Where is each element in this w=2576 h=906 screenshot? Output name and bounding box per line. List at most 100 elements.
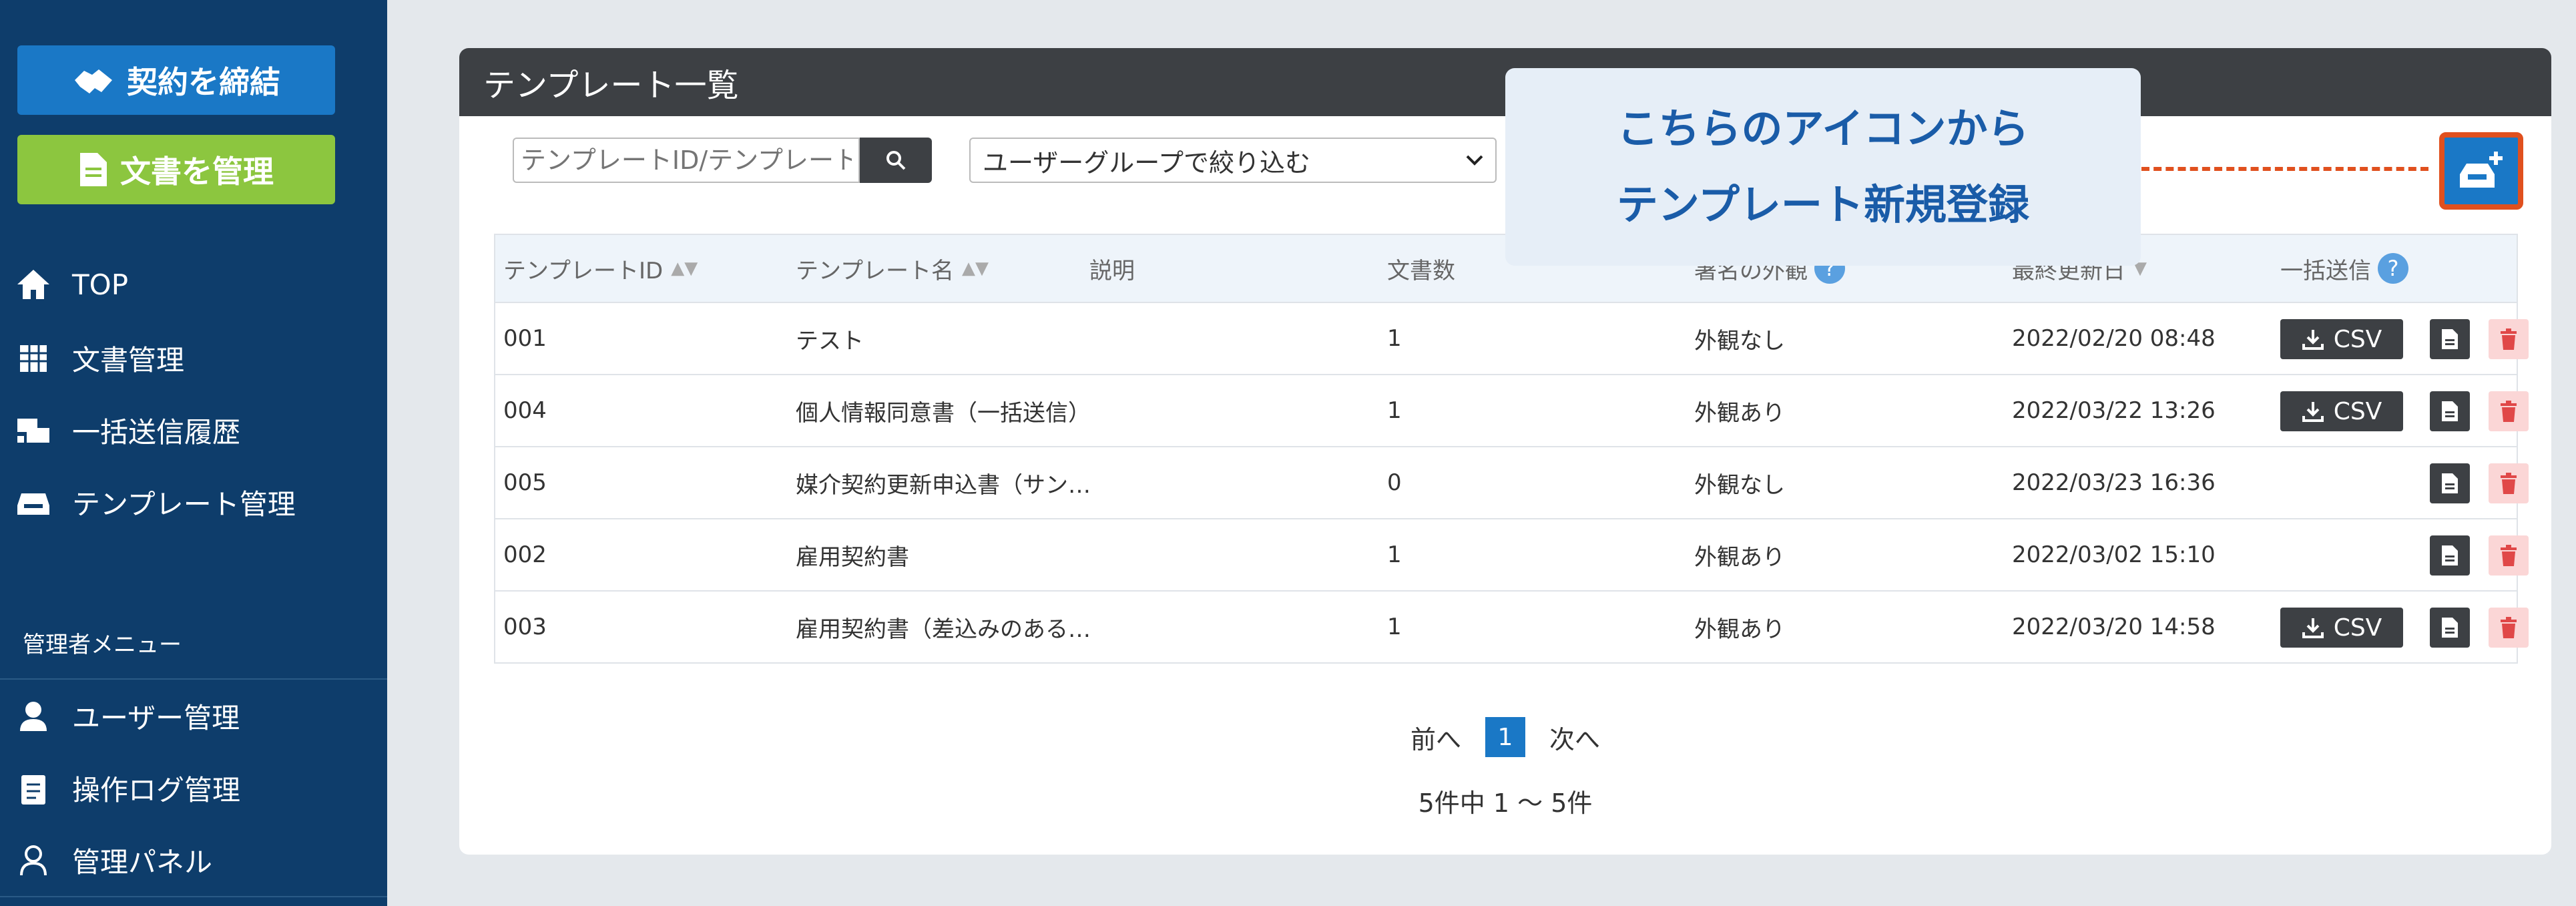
admin-menu-title: 管理者メニュー bbox=[23, 632, 182, 658]
cell-template-name-text: テスト bbox=[796, 327, 864, 355]
next-page-link[interactable]: 次へ bbox=[1549, 719, 1600, 756]
template-search-input[interactable] bbox=[513, 138, 860, 183]
trash-icon bbox=[2501, 328, 2517, 350]
template-document-button[interactable] bbox=[2430, 535, 2470, 576]
cell-template-id: 003 bbox=[503, 592, 547, 662]
table-row: 002 雇用契約書 1 外観あり 2022/03/02 15:10 bbox=[495, 519, 2529, 592]
csv-label: CSV bbox=[2333, 325, 2382, 353]
current-page[interactable]: 1 bbox=[1485, 717, 1525, 757]
cell-doc-count: 0 bbox=[1387, 447, 1402, 518]
csv-label: CSV bbox=[2333, 397, 2382, 425]
header-bulk-send-label: 一括送信 bbox=[2280, 257, 2371, 284]
header-template-name[interactable]: テンプレート名 ▲▼ bbox=[796, 235, 989, 302]
handshake-icon bbox=[75, 69, 112, 93]
callout-line-2: テンプレート新規登録 bbox=[1616, 180, 2030, 229]
csv-download-button[interactable]: CSV bbox=[2280, 608, 2403, 648]
cell-updated: 2022/03/02 15:10 bbox=[2012, 519, 2216, 590]
table-row: 001 テスト 1 外観なし 2022/02/20 08:48 CSV bbox=[495, 303, 2529, 375]
cell-doc-count: 1 bbox=[1387, 592, 1402, 662]
cell-doc-count-text: 1 bbox=[1387, 397, 1402, 424]
cell-appearance-text: 外観あり bbox=[1694, 399, 1785, 427]
delete-template-button[interactable] bbox=[2489, 463, 2529, 503]
cell-template-id-text: 004 bbox=[503, 397, 547, 424]
csv-label: CSV bbox=[2333, 614, 2382, 642]
document-icon bbox=[2442, 545, 2458, 565]
header-doc-count: 文書数 bbox=[1387, 235, 1455, 302]
cell-updated: 2022/03/22 13:26 bbox=[2012, 375, 2216, 446]
nav-bulk-history-label: 一括送信履歴 bbox=[72, 416, 241, 449]
contract-label: 契約を締結 bbox=[127, 64, 280, 100]
cell-template-name: 個人情報同意書（一括送信） bbox=[796, 375, 1091, 446]
manage-docs-button[interactable]: 文書を管理 bbox=[17, 135, 335, 204]
delete-template-button[interactable] bbox=[2489, 608, 2529, 648]
table-body: 001 テスト 1 外観なし 2022/02/20 08:48 CSV 004 個人情報同… bbox=[495, 303, 2529, 662]
add-template-button[interactable] bbox=[2439, 132, 2523, 210]
cell-template-id-text: 003 bbox=[503, 614, 547, 640]
help-icon[interactable]: ? bbox=[2378, 253, 2408, 284]
template-document-button[interactable] bbox=[2430, 463, 2470, 503]
user-group-select[interactable]: ユーザーグループで絞り込む bbox=[969, 138, 1497, 183]
delete-template-button[interactable] bbox=[2489, 391, 2529, 431]
prev-page-link[interactable]: 前へ bbox=[1410, 719, 1461, 756]
sort-icon: ▲▼ bbox=[671, 258, 698, 278]
template-document-button[interactable] bbox=[2430, 608, 2470, 648]
cell-updated-text: 2022/03/23 16:36 bbox=[2012, 469, 2216, 496]
document-icon bbox=[2442, 473, 2458, 493]
sort-icon: ▲▼ bbox=[961, 258, 989, 278]
document-icon bbox=[80, 153, 107, 186]
delete-template-button[interactable] bbox=[2489, 535, 2529, 576]
cell-updated-text: 2022/03/22 13:26 bbox=[2012, 397, 2216, 424]
nav-bulk-history[interactable]: 一括送信履歴 bbox=[15, 410, 240, 451]
header-template-id-label: テンプレートID bbox=[503, 257, 664, 284]
cell-appearance: 外観なし bbox=[1694, 447, 1785, 518]
nav-documents[interactable]: 文書管理 bbox=[15, 338, 184, 379]
nav-admin-panel[interactable]: 管理パネル bbox=[15, 840, 212, 881]
user-icon bbox=[20, 701, 47, 731]
cell-appearance-text: 外観あり bbox=[1694, 543, 1785, 571]
nav-top[interactable]: TOP bbox=[15, 266, 128, 303]
cell-updated: 2022/02/20 08:48 bbox=[2012, 303, 2216, 374]
cell-template-name: 雇用契約書（差込みのある… bbox=[796, 592, 1091, 662]
cell-template-name-text: 雇用契約書 bbox=[796, 543, 909, 571]
header-template-name-label: テンプレート名 bbox=[796, 257, 954, 284]
contract-button[interactable]: 契約を締結 bbox=[17, 45, 335, 115]
cell-doc-count-text: 0 bbox=[1387, 469, 1402, 496]
callout-line-1: こちらのアイコンから bbox=[1617, 104, 2029, 153]
template-document-button[interactable] bbox=[2430, 391, 2470, 431]
cell-template-name: 媒介契約更新申込書（サン… bbox=[796, 447, 1091, 518]
header-template-id[interactable]: テンプレートID ▲▼ bbox=[503, 235, 698, 302]
header-description-label: 説明 bbox=[1089, 257, 1135, 284]
nav-operation-log[interactable]: 操作ログ管理 bbox=[15, 768, 240, 809]
nav-users[interactable]: ユーザー管理 bbox=[15, 696, 240, 736]
cell-template-name: 雇用契約書 bbox=[796, 519, 909, 590]
nav-operation-log-label: 操作ログ管理 bbox=[72, 774, 241, 807]
nav-templates[interactable]: テンプレート管理 bbox=[15, 482, 296, 523]
template-document-button[interactable] bbox=[2430, 319, 2470, 359]
cell-doc-count-text: 1 bbox=[1387, 541, 1402, 568]
template-table: テンプレートID ▲▼ テンプレート名 ▲▼ 説明 文書数 署名の外観? 最終更新日… bbox=[494, 234, 2529, 664]
cell-template-name-text: 個人情報同意書（一括送信） bbox=[796, 399, 1091, 427]
cell-appearance-text: 外観あり bbox=[1694, 616, 1785, 643]
csv-download-button[interactable]: CSV bbox=[2280, 391, 2403, 431]
cell-template-id: 002 bbox=[503, 519, 547, 590]
chevron-down-icon bbox=[1466, 155, 1483, 166]
cell-updated: 2022/03/23 16:36 bbox=[2012, 447, 2216, 518]
delete-template-button[interactable] bbox=[2489, 319, 2529, 359]
cell-appearance: 外観あり bbox=[1694, 592, 1785, 662]
manage-docs-label: 文書を管理 bbox=[120, 154, 274, 190]
cell-appearance: 外観あり bbox=[1694, 519, 1785, 590]
cell-template-id: 005 bbox=[503, 447, 547, 518]
pagination: 前へ 1 次へ bbox=[459, 717, 2551, 757]
cell-template-id-text: 005 bbox=[503, 469, 547, 496]
table-icon bbox=[20, 345, 47, 372]
bulk-send-icon bbox=[17, 418, 49, 443]
cell-template-name: テスト bbox=[796, 303, 864, 374]
add-inbox-icon bbox=[2460, 152, 2503, 188]
csv-download-button[interactable]: CSV bbox=[2280, 319, 2403, 359]
nav-documents-label: 文書管理 bbox=[72, 344, 185, 377]
cell-doc-count: 1 bbox=[1387, 303, 1402, 374]
cell-template-name-text: 雇用契約書（差込みのある… bbox=[796, 616, 1091, 643]
search-button[interactable] bbox=[860, 138, 932, 183]
cell-updated-text: 2022/03/20 14:58 bbox=[2012, 614, 2216, 640]
clipboard-icon bbox=[21, 774, 45, 805]
